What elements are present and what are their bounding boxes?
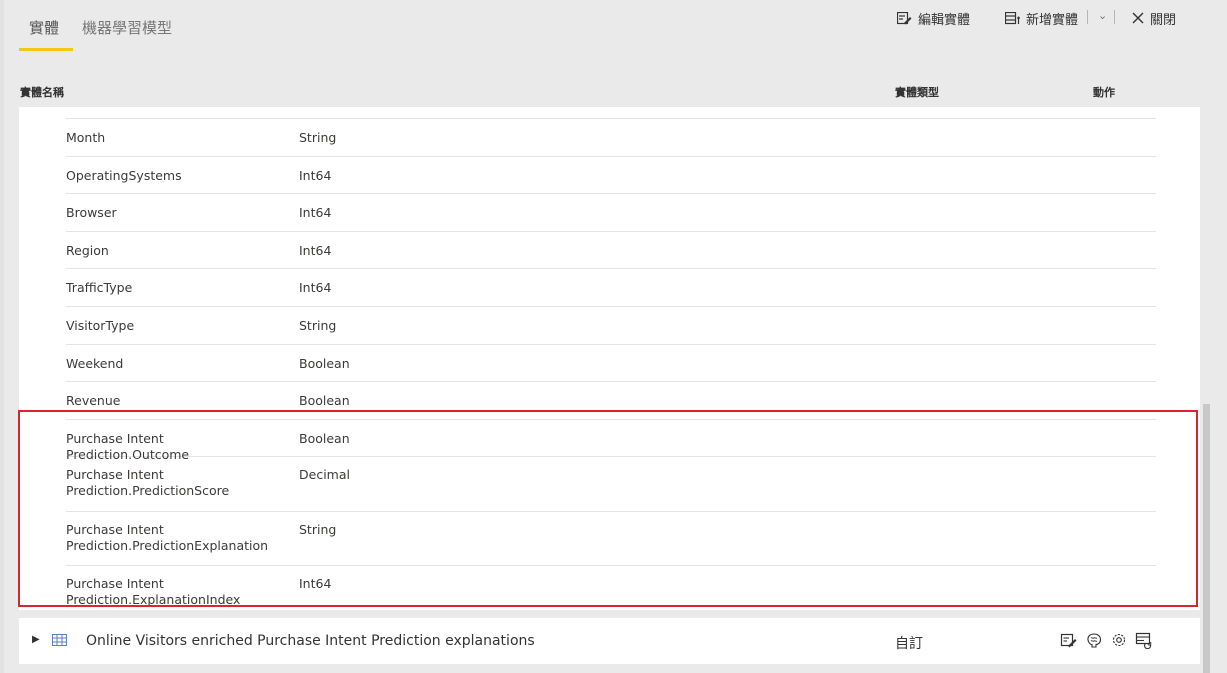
divider xyxy=(1087,10,1088,24)
field-name: VisitorType xyxy=(66,317,135,333)
edit-icon xyxy=(897,11,912,24)
brain-icon[interactable] xyxy=(1085,631,1103,649)
add-entity-button[interactable]: 新增實體 xyxy=(1005,8,1078,28)
vertical-scrollbar[interactable] xyxy=(1203,404,1210,673)
chevron-down-icon[interactable]: ⌄ xyxy=(1098,9,1107,22)
table-row[interactable]: Purchase Intent Prediction.PredictionExp… xyxy=(66,512,1156,567)
field-type: String xyxy=(299,130,337,145)
field-type: Int64 xyxy=(299,205,332,221)
close-button[interactable]: 關閉 xyxy=(1132,8,1176,28)
field-type: Boolean xyxy=(299,355,350,371)
entity-row[interactable]: ▶ Online Visitors enriched Purchase Inte… xyxy=(19,618,1200,664)
table-row[interactable]: OperatingSystems Int64 xyxy=(66,157,1156,195)
field-name: Purchase Intent Prediction.PredictionSco… xyxy=(66,467,230,499)
field-type: Int64 xyxy=(299,167,332,183)
table-row[interactable]: Purchase Intent Prediction.PredictionSco… xyxy=(66,457,1156,512)
tab-ml-models[interactable]: 機器學習模型 xyxy=(82,17,172,38)
active-tab-indicator xyxy=(19,48,73,51)
table-row[interactable]: TrafficType Int64 xyxy=(66,269,1156,307)
table-row[interactable]: Revenue Boolean xyxy=(66,382,1156,420)
field-type: Int64 xyxy=(299,242,332,258)
column-header-type[interactable]: 實體類型 xyxy=(895,84,939,100)
field-name: Weekend xyxy=(66,355,124,371)
entity-type: 自訂 xyxy=(895,636,923,652)
close-icon xyxy=(1132,12,1144,24)
entity-name: Online Visitors enriched Purchase Intent… xyxy=(86,633,535,649)
column-header-actions: 動作 xyxy=(1093,86,1115,99)
field-type: Int64 xyxy=(299,280,332,296)
field-name: Browser xyxy=(66,205,117,221)
column-header-name[interactable]: 實體名稱 xyxy=(20,84,64,100)
field-type: Decimal xyxy=(299,467,350,483)
field-name: TrafficType xyxy=(66,280,133,296)
left-edge xyxy=(0,0,4,673)
refresh-icon[interactable] xyxy=(1135,631,1153,649)
expand-caret-icon[interactable]: ▶ xyxy=(32,634,40,645)
divider xyxy=(1114,10,1115,24)
top-bar: 實體 機器學習模型 編輯實體 新增實體 ⌄ 關閉 xyxy=(0,0,1227,60)
table-row[interactable]: Purchase Intent Prediction.Outcome Boolea… xyxy=(66,420,1156,462)
table-row[interactable]: Month String xyxy=(66,119,1156,157)
close-label: 關閉 xyxy=(1150,12,1177,28)
field-type: String xyxy=(299,317,337,333)
entity-fields-panel: Month String OperatingSystems Int64 Browser I… xyxy=(19,107,1200,610)
table-icon xyxy=(52,634,67,646)
field-list: Month String OperatingSystems Int64 Browser I… xyxy=(66,107,1156,610)
field-name: Region xyxy=(66,242,109,258)
field-type: Boolean xyxy=(299,393,350,409)
edit-entity-button[interactable]: 編輯實體 xyxy=(897,8,970,28)
field-name: Purchase Intent Prediction.ExplanationIn… xyxy=(66,576,241,608)
table-row[interactable]: Purchase Intent Prediction.ExplanationIn… xyxy=(66,566,1156,610)
edit-icon[interactable] xyxy=(1060,631,1078,649)
table-row[interactable]: VisitorType String xyxy=(66,307,1156,345)
table-row[interactable]: Weekend Boolean xyxy=(66,345,1156,383)
settings-icon[interactable] xyxy=(1110,631,1128,649)
table-row[interactable]: Browser Int64 xyxy=(66,194,1156,232)
field-name: Revenue xyxy=(66,393,121,409)
edit-entity-label: 編輯實體 xyxy=(918,12,971,28)
field-type: String xyxy=(299,521,337,537)
tab-entities[interactable]: 實體 xyxy=(29,17,59,38)
table-row xyxy=(66,107,1156,119)
add-table-icon xyxy=(1005,11,1020,24)
field-type: Boolean xyxy=(299,430,350,446)
field-name: Purchase Intent Prediction.PredictionExp… xyxy=(66,521,269,553)
table-row[interactable]: Region Int64 xyxy=(66,232,1156,270)
field-name: OperatingSystems xyxy=(66,167,182,183)
add-entity-label: 新增實體 xyxy=(1026,12,1079,28)
field-type: Int64 xyxy=(299,576,332,592)
field-name: Month xyxy=(66,130,106,145)
